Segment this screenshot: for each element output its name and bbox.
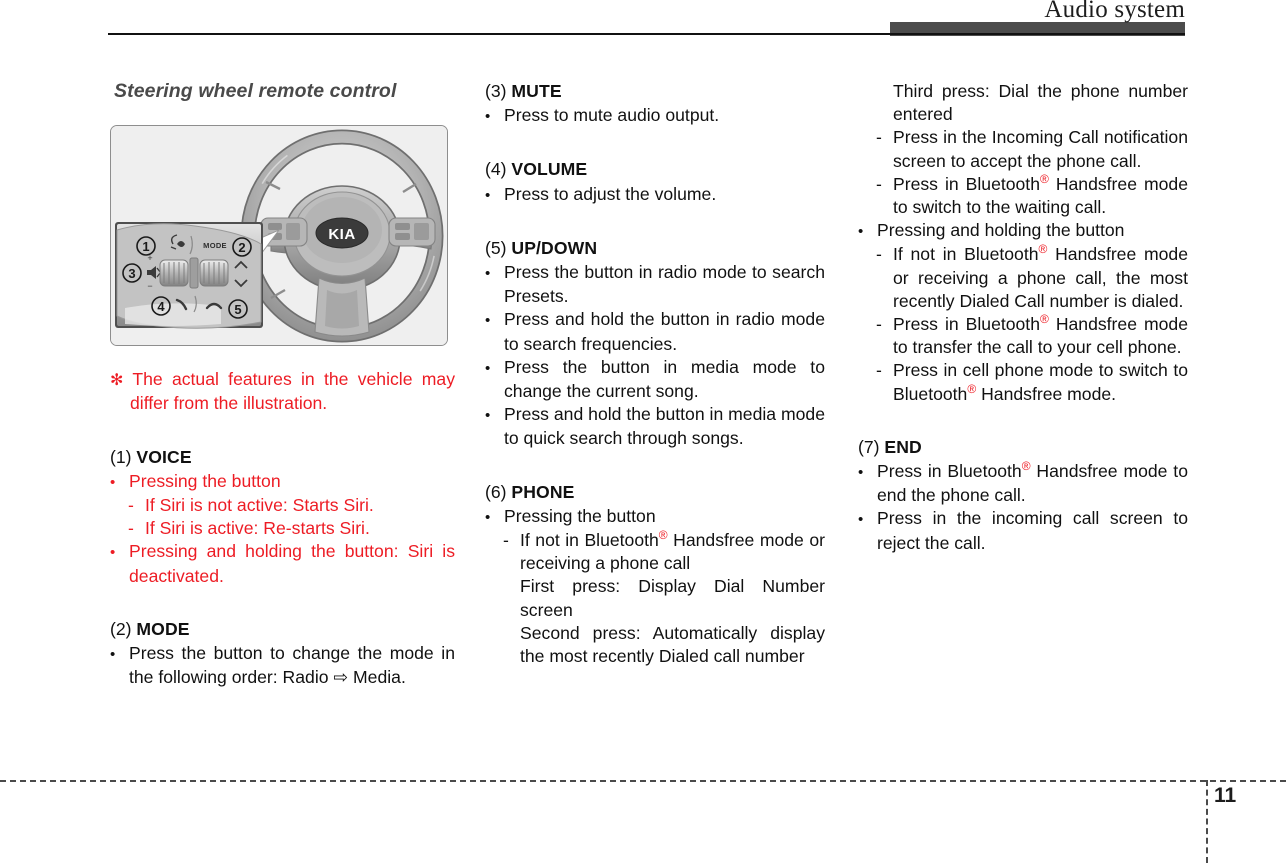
item-name-updown: UP/DOWN: [511, 237, 598, 258]
item-number-7: (7): [858, 436, 880, 457]
illustration-note: ✻ The actual features in the vehicle may…: [110, 368, 455, 415]
item-heading-mute: (3) MUTE: [485, 80, 825, 103]
column-2: (3) MUTE Press to mute audio output. (4)…: [485, 80, 825, 668]
phone-dash-3-part-a: Press in Bluetooth: [893, 173, 1040, 194]
registered-mark: ®: [967, 381, 977, 396]
item-name-mute: MUTE: [511, 81, 562, 101]
updown-bullet-2: Press and hold the button in radio mode …: [485, 308, 825, 355]
inset-label-1: 1: [142, 239, 149, 254]
page-number: 11: [1214, 784, 1237, 807]
item-number-5: (5): [485, 237, 507, 258]
phone-bullet-2: Pressing and holding the button: [858, 219, 1188, 243]
inset-label-2: 2: [238, 240, 245, 255]
registered-mark: ®: [658, 528, 668, 543]
inset-label-3: 3: [128, 266, 135, 281]
item-name-mode: MODE: [136, 618, 190, 639]
footer-divider: [0, 780, 1286, 782]
phone-dash-4: If not in Bluetooth® Handsfree mode or r…: [858, 243, 1188, 313]
illustration-note-text: The actual features in the vehicle may d…: [130, 369, 455, 414]
item-number-6: (6): [485, 481, 507, 502]
voice-dash-2: If Siri is active: Re-starts Siri.: [110, 517, 455, 540]
item-name-phone: PHONE: [511, 481, 575, 502]
item-heading-mode: (2) MODE: [110, 618, 455, 641]
item-name-volume: VOLUME: [511, 159, 588, 180]
phone-bullet-1: Pressing the button: [485, 505, 825, 529]
phone-plain-2: Second press: Automatically display the …: [520, 622, 825, 667]
item-heading-volume: (4) VOLUME: [485, 158, 825, 181]
volume-knob: [159, 257, 229, 289]
updown-bullet-3: Press the button in media mode to change…: [485, 356, 825, 403]
volume-plus-icon: +: [147, 253, 152, 263]
item-heading-phone: (6) PHONE: [485, 481, 825, 504]
end-bullet-2: Press in the incoming call screen to rej…: [858, 507, 1188, 554]
inset-label-4: 4: [157, 299, 165, 314]
phone-dash-5-part-a: Press in Bluetooth: [893, 314, 1040, 335]
page-header: Audio system: [0, 0, 1286, 44]
end-bullet-1: Press in Bluetooth® Handsfree mode to en…: [858, 460, 1188, 507]
registered-mark: ®: [1039, 171, 1049, 186]
steering-wheel-diagram: KIA 1 MODE 2 3 + − 4 5: [111, 126, 447, 346]
item-number-4: (4): [485, 159, 507, 180]
phone-plain-1: First press: Display Dial Number screen: [520, 576, 825, 620]
volume-bullet-1: Press to adjust the volume.: [485, 183, 825, 207]
right-switch-cluster: [388, 217, 436, 247]
registered-mark: ®: [1021, 459, 1031, 474]
voice-bullet-1: Pressing the button: [110, 470, 455, 494]
column-1: Steering wheel remote control KIA 1 MODE…: [110, 80, 455, 689]
phone-dash-4-part-a: If not in Bluetooth: [893, 244, 1039, 265]
asterisk-icon: ✻: [110, 372, 124, 390]
registered-mark: ®: [1039, 312, 1049, 327]
item-name-voice: VOICE: [136, 446, 192, 467]
end-bullet-1-part-a: Press in Bluetooth: [877, 461, 1022, 482]
mute-bullet-1: Press to mute audio output.: [485, 104, 825, 128]
phone-dash-1: If not in Bluetooth® Handsfree mode or r…: [485, 529, 825, 575]
phone-dash-3: Press in Bluetooth® Handsfree mode to sw…: [858, 173, 1188, 219]
voice-bullet-2: Pressing and holding the button: Siri is…: [110, 540, 455, 587]
item-heading-end: (7) END: [858, 436, 1188, 459]
footer-vertical-divider: [1206, 780, 1208, 863]
updown-bullet-1: Press the button in radio mode to search…: [485, 261, 825, 308]
inset-label-5: 5: [234, 302, 241, 317]
item-number-1: (1): [110, 446, 132, 467]
item-heading-updown: (5) UP/DOWN: [485, 237, 825, 260]
phone-dash-5: Press in Bluetooth® Handsfree mode to tr…: [858, 313, 1188, 359]
kia-logo: KIA: [328, 226, 355, 243]
voice-dash-1: If Siri is not active: Starts Siri.: [110, 494, 455, 517]
item-number-3: (3): [485, 81, 507, 101]
item-heading-voice: (1) VOICE: [110, 446, 455, 469]
updown-bullet-4: Press and hold the button in media mode …: [485, 403, 825, 450]
phone-plain-3: Third press: Dial the phone number enter…: [893, 81, 1188, 125]
phone-dash-2: Press in the Incoming Call notification …: [858, 126, 1188, 172]
phone-dash-1-part-a: If not in Bluetooth: [520, 530, 659, 551]
steering-wheel-illustration: KIA 1 MODE 2 3 + − 4 5: [110, 125, 448, 347]
item-number-2: (2): [110, 618, 132, 639]
mode-bullet-1: Press the button to change the mode in t…: [110, 642, 455, 689]
volume-minus-icon: −: [147, 281, 152, 291]
inset-detail-panel: 1 MODE 2 3 + − 4 5: [115, 222, 263, 329]
phone-dash-6: Press in cell phone mode to switch to Bl…: [858, 359, 1188, 405]
running-header-title: Audio system: [1044, 0, 1185, 23]
phone-dash-6-part-b: Handsfree mode.: [976, 383, 1117, 404]
header-rule: [108, 33, 1185, 35]
column-3: Third press: Dial the phone number enter…: [858, 80, 1188, 555]
item-name-end: END: [884, 436, 922, 457]
inset-mode-label: MODE: [203, 241, 227, 250]
page-title: Steering wheel remote control: [114, 80, 397, 102]
